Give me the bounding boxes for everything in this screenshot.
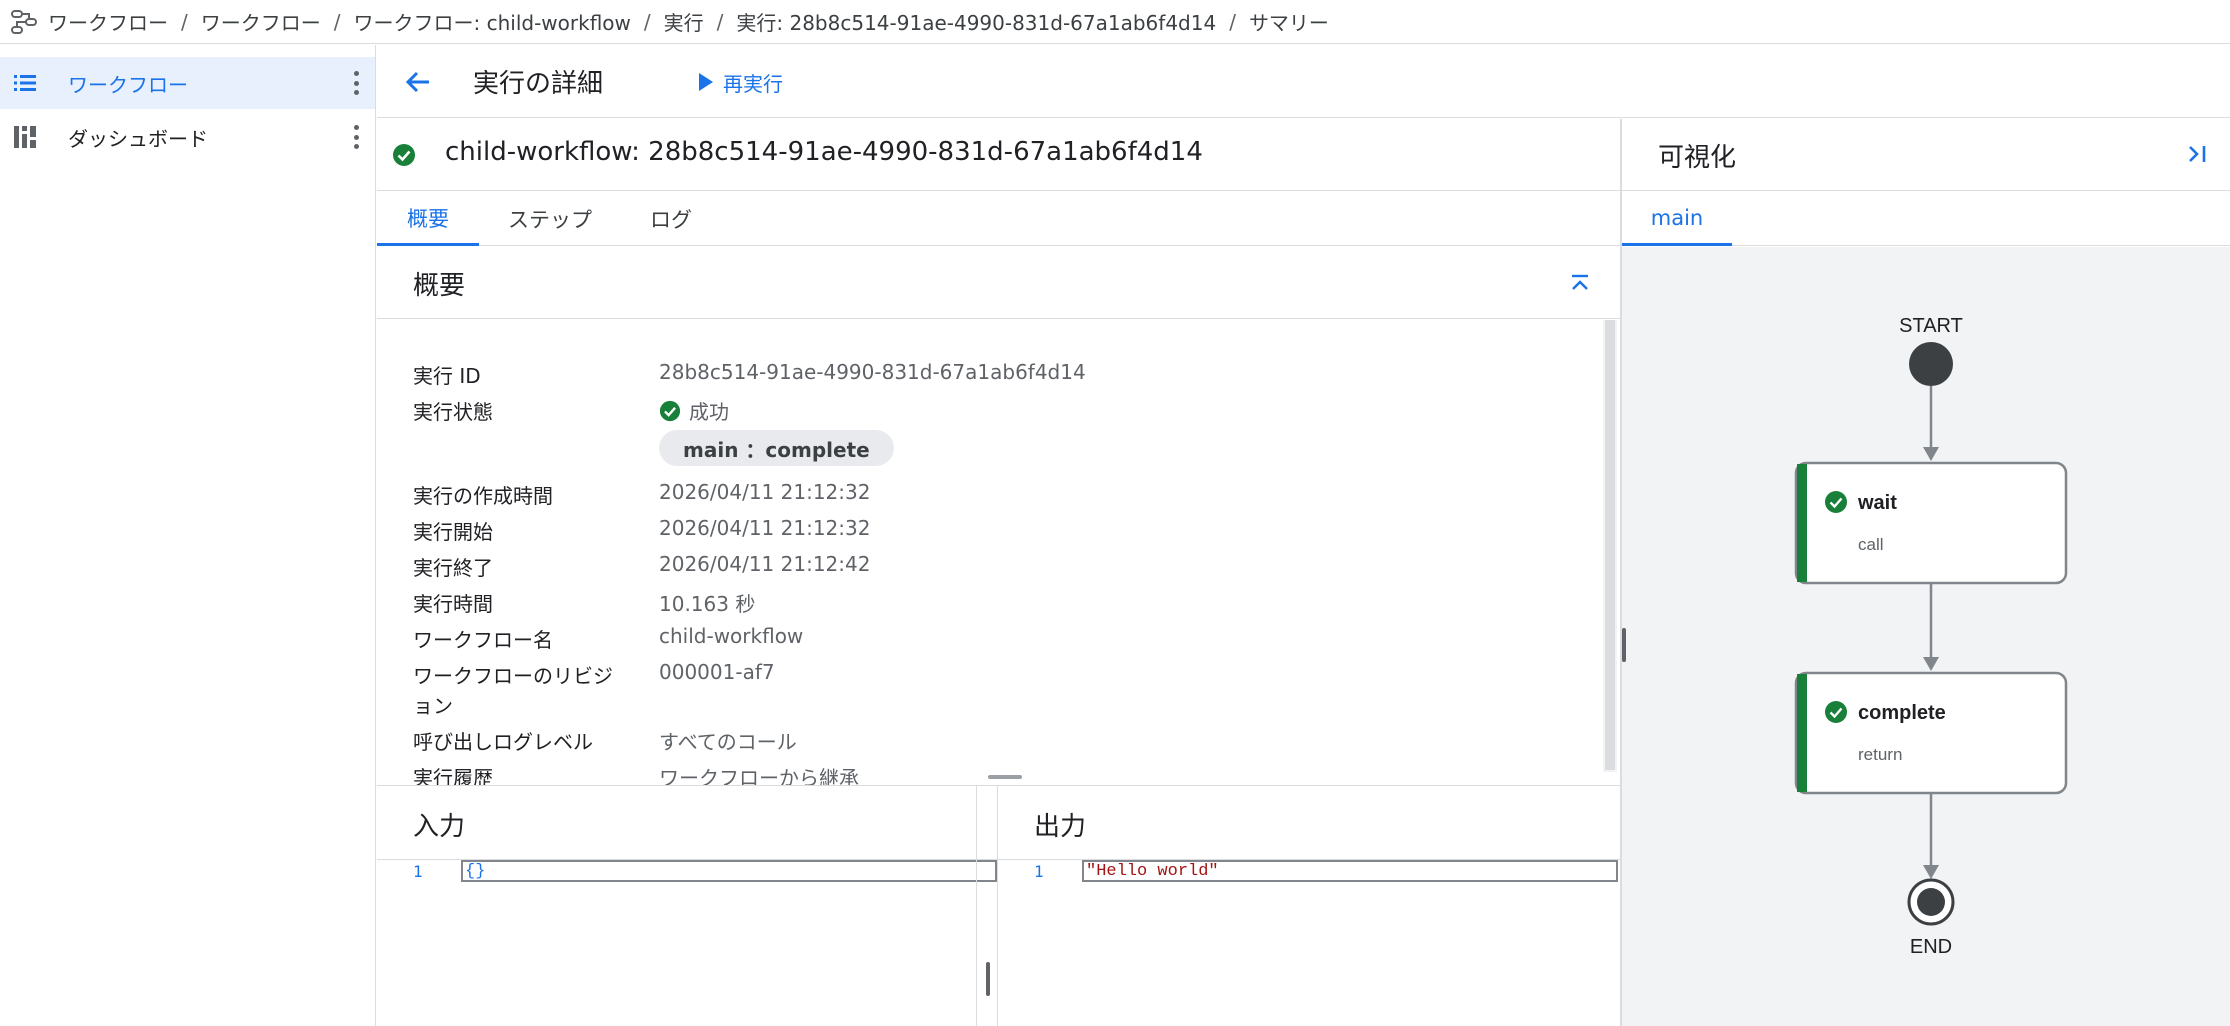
sidebar-item-dashboard[interactable]: ダッシュボード bbox=[0, 111, 375, 163]
visualization-heading: 可視化 bbox=[1658, 143, 1737, 173]
page-title: 実行の詳細 bbox=[473, 69, 604, 99]
detail-label: 実行終了 bbox=[413, 556, 493, 580]
breadcrumb-separator: / bbox=[643, 9, 651, 34]
workflow-graph: START wait call complete return END bbox=[1622, 247, 2230, 1026]
detail-value: すべてのコール bbox=[659, 730, 797, 754]
detail-label-wrap: ョン bbox=[413, 694, 453, 718]
detail-value: ワークフローから継承 bbox=[659, 766, 859, 785]
sidebar: ワークフロー ダッシュボード bbox=[0, 45, 376, 1026]
more-vert-icon[interactable] bbox=[353, 71, 359, 95]
arrow-head bbox=[1923, 657, 1939, 671]
visualization-resize-handle[interactable] bbox=[1622, 628, 1626, 662]
dashboard-icon bbox=[12, 124, 38, 150]
step-node-complete[interactable]: complete return bbox=[1794, 671, 2068, 795]
status-text: 成功 bbox=[689, 400, 729, 424]
arrow-head bbox=[1923, 865, 1939, 879]
breadcrumb-summary: サマリー bbox=[1248, 11, 1329, 35]
breadcrumb-workflow[interactable]: ワークフロー: child-workflow bbox=[354, 7, 631, 36]
success-check-icon bbox=[392, 143, 416, 172]
workflow-icon bbox=[8, 6, 40, 38]
step-name: complete bbox=[1858, 702, 1946, 724]
breadcrumb-execution[interactable]: 実行: 28b8c514-91ae-4990-831d-67a1ab6f4d14 bbox=[736, 7, 1216, 36]
input-code: {} bbox=[465, 862, 486, 881]
sidebar-item-label: ワークフロー bbox=[68, 72, 188, 97]
visualization-tabs: main bbox=[1622, 192, 2230, 246]
collapse-icon[interactable] bbox=[1568, 271, 1592, 295]
visualization-panel: 可視化 main START wait call complete return… bbox=[1620, 119, 2230, 1026]
input-panel: 入力 1 {} bbox=[377, 786, 997, 1026]
breadcrumb-executions[interactable]: 実行 bbox=[664, 7, 704, 36]
line-number: 1 bbox=[413, 862, 423, 881]
detail-value: child-workflow bbox=[659, 624, 804, 648]
step-type: return bbox=[1858, 745, 1902, 764]
detail-label: ワークフロー名 bbox=[413, 628, 553, 652]
execution-status-value: 成功 bbox=[659, 396, 729, 425]
more-vert-icon[interactable] bbox=[353, 125, 359, 149]
breadcrumb-separator: / bbox=[1229, 9, 1236, 34]
detail-label: 実行時間 bbox=[413, 592, 493, 616]
detail-label: 実行開始 bbox=[413, 520, 493, 544]
start-node bbox=[1909, 342, 1953, 386]
input-scrollbar-thumb[interactable] bbox=[986, 962, 990, 996]
rerun-button[interactable]: 再実行 bbox=[699, 65, 783, 99]
step-status-chip: main ：complete bbox=[659, 430, 894, 466]
step-node-wait[interactable]: wait call bbox=[1794, 461, 2068, 585]
step-type: call bbox=[1858, 535, 1884, 554]
sidebar-item-workflows[interactable]: ワークフロー bbox=[0, 57, 375, 109]
success-check-icon bbox=[659, 400, 681, 421]
breadcrumb-separator: / bbox=[181, 9, 188, 34]
detail-label: ワークフローのリビジ bbox=[413, 664, 613, 688]
breadcrumb: ワークフロー / ワークフロー / ワークフロー: child-workflow… bbox=[0, 0, 2230, 44]
execution-header: child-workflow: 28b8c514-91ae-4990-831d-… bbox=[377, 119, 1620, 191]
visualization-header: 可視化 bbox=[1622, 119, 2230, 191]
detail-label: 呼び出しログレベル bbox=[413, 730, 593, 754]
summary-details: 実行 ID 28b8c514-91ae-4990-831d-67a1ab6f4d… bbox=[377, 320, 1620, 785]
breadcrumb-separator: / bbox=[333, 9, 341, 34]
detail-value: 2026/04/11 21:12:42 bbox=[659, 552, 871, 576]
detail-value: 2026/04/11 21:12:32 bbox=[659, 480, 871, 504]
summary-heading: 概要 bbox=[413, 271, 466, 301]
tab-steps[interactable]: ステップ bbox=[479, 192, 621, 246]
play-icon bbox=[699, 73, 713, 91]
tab-logs[interactable]: ログ bbox=[621, 192, 721, 246]
step-name: wait bbox=[1857, 492, 1897, 514]
collapse-panel-icon[interactable] bbox=[2184, 141, 2210, 167]
toolbar: 実行の詳細 再実行 bbox=[377, 45, 2230, 118]
arrow-head bbox=[1923, 447, 1939, 461]
sidebar-item-label: ダッシュボード bbox=[68, 126, 208, 151]
panel-resize-handle[interactable] bbox=[988, 775, 1022, 779]
line-number: 1 bbox=[1034, 862, 1044, 881]
output-code: "Hello world" bbox=[1086, 862, 1219, 881]
breadcrumb-workflows-list[interactable]: ワークフロー bbox=[201, 7, 321, 36]
output-panel: 出力 1 "Hello world" bbox=[998, 786, 1620, 1026]
start-label: START bbox=[1899, 315, 1963, 337]
input-heading: 入力 bbox=[413, 812, 466, 842]
rerun-label: 再実行 bbox=[723, 71, 783, 96]
summary-header: 概要 bbox=[377, 247, 1620, 319]
end-label: END bbox=[1910, 936, 1952, 958]
detail-value: 2026/04/11 21:12:32 bbox=[659, 516, 871, 540]
execution-id-value: 28b8c514-91ae-4990-831d-67a1ab6f4d14 bbox=[659, 360, 1086, 384]
input-editor[interactable] bbox=[461, 860, 997, 882]
execution-title: child-workflow: 28b8c514-91ae-4990-831d-… bbox=[445, 137, 1203, 167]
input-scrollbar-track bbox=[976, 786, 977, 1026]
detail-label: 実行履歴 bbox=[413, 766, 493, 785]
details-scrollbar[interactable] bbox=[1603, 320, 1617, 772]
detail-value: 000001-af7 bbox=[659, 660, 775, 684]
tab-main[interactable]: main bbox=[1622, 192, 1732, 246]
tab-overview[interactable]: 概要 bbox=[377, 192, 479, 246]
detail-label: 実行 ID bbox=[413, 364, 481, 388]
back-arrow-icon[interactable] bbox=[403, 67, 433, 97]
detail-tabs: 概要 ステップ ログ bbox=[377, 192, 1620, 246]
detail-label: 実行状態 bbox=[413, 400, 493, 424]
detail-label: 実行の作成時間 bbox=[413, 484, 553, 508]
breadcrumb-workflows[interactable]: ワークフロー bbox=[48, 7, 168, 36]
breadcrumb-separator: / bbox=[716, 9, 724, 34]
list-icon bbox=[12, 70, 38, 96]
output-heading: 出力 bbox=[1034, 812, 1087, 842]
detail-value: 10.163 秒 bbox=[659, 592, 756, 616]
